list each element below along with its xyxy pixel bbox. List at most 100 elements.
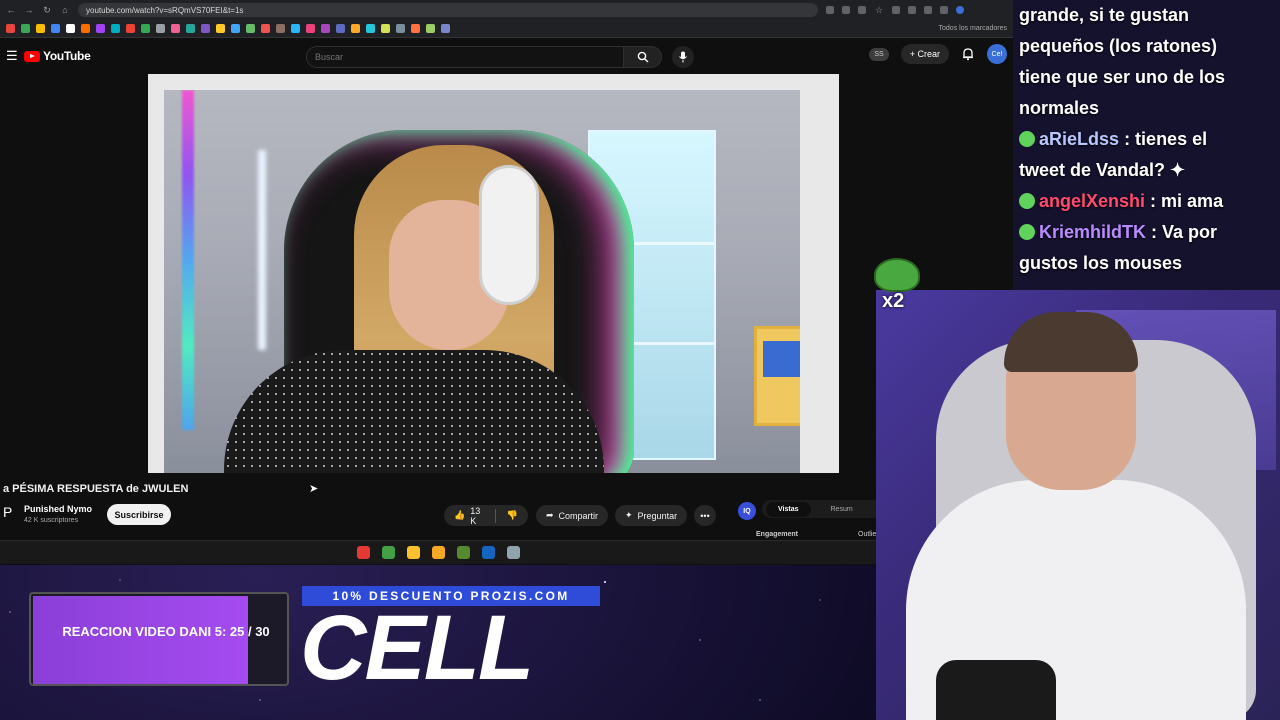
light-bar [258,150,266,350]
mouse-cursor-icon: ➤ [309,483,319,495]
webcam-feed [876,290,1280,720]
bookmark-icon[interactable] [426,24,435,33]
address-bar-row: ← → ↻ ⌂ youtube.com/watch?v=sRQmVS70FEI&… [0,0,1013,20]
forward-icon[interactable]: → [24,5,34,15]
bookmark-icon[interactable] [36,24,45,33]
taskbar-app-icon[interactable] [356,546,370,559]
chat-line: tiene que ser uno de los [1019,67,1226,87]
search-input[interactable] [306,46,624,68]
url-text: youtube.com/watch?v=sRQmVS70FEI&t=1s [86,5,244,15]
divider [495,508,496,523]
bookmark-icon[interactable] [51,24,60,33]
taskbar-app-icon[interactable] [506,546,520,559]
search-box [306,46,662,68]
taskbar-app-icon[interactable] [406,546,420,559]
youtube-logo[interactable]: YouTube [24,49,91,63]
url-input[interactable]: youtube.com/watch?v=sRQmVS70FEI&t=1s [78,3,818,17]
reload-icon[interactable]: ↻ [42,5,52,16]
bookmark-icon[interactable] [321,24,330,33]
tab-resumen[interactable]: Resum [831,506,853,513]
bookmark-icon[interactable] [246,24,255,33]
user-badge-icon [1019,193,1035,209]
bookmark-icon[interactable] [441,24,450,33]
chat-line: normales [1019,98,1100,118]
vidiq-badge[interactable]: IQ [738,502,756,520]
star-icon[interactable]: ☆ [874,5,884,16]
voice-search-button[interactable] [672,46,694,68]
thumbs-up-icon[interactable]: 👍 [454,510,465,521]
bookmark-icon[interactable] [411,24,420,33]
bookmark-icon[interactable] [6,24,15,33]
pepe-emote: x2 [874,258,926,328]
bookmark-icon[interactable] [141,24,150,33]
engagement-label: Engagement [756,531,799,538]
like-count[interactable]: 13 K [470,506,484,526]
back-icon[interactable]: ← [6,5,16,15]
vidiq-tabs: Vistas Resum [762,500,882,518]
bookmark-icon[interactable] [231,24,240,33]
bookmark-icon[interactable] [96,24,105,33]
chat-username: aRieLdss [1039,129,1120,149]
channel-avatar[interactable]: P [3,504,17,522]
avatar[interactable]: Ce! [987,44,1007,64]
bookmark-icon[interactable] [111,24,120,33]
bookmark-icon[interactable] [21,24,30,33]
extension-icon[interactable] [892,6,900,14]
bookmark-icon[interactable] [156,24,165,33]
subscribe-button[interactable]: Suscribirse [107,504,171,525]
headphones [479,165,539,305]
thumbs-down-icon[interactable]: 👎 [507,510,518,521]
ask-label: Preguntar [637,510,678,521]
share-page-icon[interactable] [858,6,866,14]
sidebar-icon[interactable] [940,6,948,14]
bookmark-icon[interactable] [261,24,270,33]
bookmark-icon[interactable] [351,24,360,33]
home-icon[interactable]: ⌂ [60,5,70,15]
search-icon [637,51,648,63]
bookmark-icon[interactable] [201,24,210,33]
extension-icon[interactable] [908,6,916,14]
ask-button[interactable]: ✦ Preguntar [615,505,688,526]
bookmark-icon[interactable] [216,24,225,33]
profile-icon[interactable] [956,6,964,14]
bookmark-icon[interactable] [366,24,375,33]
ss-badge[interactable]: SS [869,47,889,61]
zoom-icon[interactable] [826,6,834,14]
channel-name[interactable]: Punished Nymo [24,504,92,514]
bell-icon[interactable] [961,47,975,61]
cast-icon[interactable] [842,6,850,14]
all-bookmarks-link[interactable]: Todos los marcadores [939,25,1007,32]
taskbar-app-icon[interactable] [456,546,470,559]
sparkle-icon: ✦ [625,510,633,520]
taskbar-app-icon[interactable] [431,546,445,559]
more-dots-icon: ••• [700,510,710,521]
bookmark-icon[interactable] [186,24,195,33]
puzzle-icon[interactable] [924,6,932,14]
taskbar-app-icon[interactable] [381,546,395,559]
bookmark-icon[interactable] [336,24,345,33]
search-button[interactable] [624,46,662,68]
bookmark-icon[interactable] [66,24,75,33]
create-label: Crear [917,49,940,59]
bookmark-icon[interactable] [276,24,285,33]
create-button[interactable]: + Crear [900,44,949,64]
tab-vistas[interactable]: Vistas [766,501,811,517]
video-player[interactable] [148,74,839,473]
bookmark-icon[interactable] [126,24,135,33]
taskbar-app-icon[interactable] [481,546,495,559]
bookmark-icon[interactable] [381,24,390,33]
bookmark-icon[interactable] [306,24,315,33]
bookmark-icon[interactable] [291,24,300,33]
user-badge-icon [1019,224,1035,240]
share-button[interactable]: ➦ Compartir [536,505,609,526]
bookmark-icon[interactable] [81,24,90,33]
bookmark-icon[interactable] [171,24,180,33]
bookmarks-bar: Todos los marcadores [0,20,1013,38]
chat-message: aRieLdss : tienes el [1019,124,1274,155]
user-badge-icon [1019,131,1035,147]
hamburger-menu-icon[interactable]: ☰ [6,48,24,64]
webcam-microphone [936,660,1056,720]
bookmark-icon[interactable] [396,24,405,33]
more-actions-button[interactable]: ••• [694,505,716,526]
chat-username: angelXenshi [1039,191,1146,211]
